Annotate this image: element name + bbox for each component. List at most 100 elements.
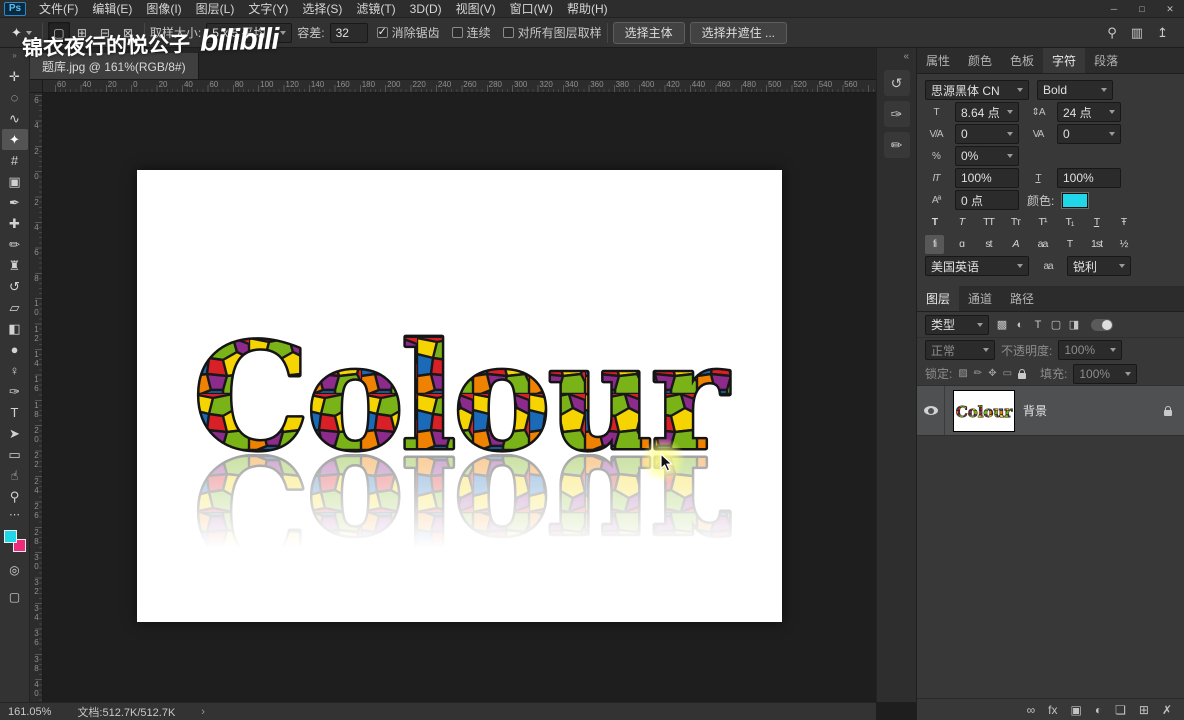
swash-button[interactable]: A xyxy=(1006,235,1025,254)
maximize-button[interactable]: □ xyxy=(1128,0,1156,17)
filter-smart-objects-icon[interactable]: ◨ xyxy=(1065,316,1083,334)
kerning-select[interactable]: 0 xyxy=(955,124,1019,144)
menu-layer[interactable]: 图层(L) xyxy=(189,0,242,18)
brush-panel-icon[interactable]: ✏ xyxy=(883,132,910,158)
ruler-origin-corner[interactable] xyxy=(30,80,43,93)
status-options-chevron[interactable]: › xyxy=(201,706,205,718)
layer-visibility-toggle[interactable] xyxy=(917,386,945,435)
layer-thumbnail[interactable]: Colour xyxy=(953,389,1015,432)
lock-all-icon[interactable] xyxy=(1018,368,1027,379)
anti-alias-checkbox[interactable]: 消除锯齿 xyxy=(376,24,440,41)
menu-file[interactable]: 文件(F) xyxy=(32,0,85,18)
faux-italic-button[interactable]: T xyxy=(952,213,971,232)
fill-select[interactable]: 100% xyxy=(1073,363,1138,384)
tab-properties[interactable]: 属性 xyxy=(917,48,959,73)
subtract-from-selection-mode-button[interactable]: ⊟ xyxy=(94,22,116,44)
layers-empty-area[interactable] xyxy=(917,436,1184,698)
lock-pixels-icon[interactable]: ✏ xyxy=(974,368,982,379)
brush-settings-panel-icon[interactable]: ✑ xyxy=(883,101,910,127)
standard-ligatures-button[interactable]: fi xyxy=(925,234,944,254)
workspace-switcher-icon[interactable]: ▥ xyxy=(1131,25,1143,41)
contextual-alternates-button[interactable]: ɑ xyxy=(952,235,971,254)
menu-edit[interactable]: 编辑(E) xyxy=(85,0,139,18)
sample-size-select[interactable]: 5 x 5 平均 xyxy=(206,22,293,43)
anti-aliasing-select[interactable]: 锐利 xyxy=(1067,256,1131,276)
tolerance-input[interactable]: 32 xyxy=(329,22,368,43)
layer-locked-icon[interactable] xyxy=(1164,405,1172,416)
select-subject-button[interactable]: 选择主体 xyxy=(612,21,685,44)
move-tool[interactable]: ✛ xyxy=(2,66,28,87)
filter-shape-layers-icon[interactable]: ▢ xyxy=(1047,316,1065,334)
lasso-tool[interactable]: ∿ xyxy=(2,108,28,129)
marquee-tool[interactable]: ◌ xyxy=(2,87,28,108)
blur-tool[interactable]: ● xyxy=(2,339,28,360)
magic-wand-tool[interactable]: ✦ xyxy=(1,129,28,150)
dodge-tool[interactable]: ♀ xyxy=(2,360,28,381)
tab-layers[interactable]: 图层 xyxy=(917,286,960,311)
path-selection-tool[interactable]: ➤ xyxy=(2,423,28,444)
underline-button[interactable]: T xyxy=(1087,213,1106,232)
brush-tool[interactable]: ✏ xyxy=(2,234,28,255)
history-panel-icon[interactable]: ↺ xyxy=(883,70,910,96)
horizontal-scale-input[interactable]: 100% xyxy=(1057,168,1121,188)
menu-type[interactable]: 文字(Y) xyxy=(241,0,295,18)
baseline-shift-input[interactable]: 0 点 xyxy=(955,190,1019,210)
all-caps-button[interactable]: TT xyxy=(979,213,998,232)
menu-window[interactable]: 窗口(W) xyxy=(503,0,560,18)
eraser-tool[interactable]: ▱ xyxy=(2,297,28,318)
eyedropper-tool[interactable]: ✒ xyxy=(2,192,28,213)
subscript-button[interactable]: T₁ xyxy=(1060,213,1079,232)
menu-3d[interactable]: 3D(D) xyxy=(403,0,449,18)
vertical-scale-input[interactable]: 100% xyxy=(955,168,1019,188)
screen-mode-button[interactable]: ▢ xyxy=(2,586,28,607)
pen-tool[interactable]: ✑ xyxy=(2,381,28,402)
filter-adjustment-layers-icon[interactable]: ◐ xyxy=(1011,316,1029,334)
tool-preset-picker[interactable]: ✦ xyxy=(6,23,37,43)
edit-toolbar-button[interactable]: ⋯ xyxy=(9,509,20,522)
tab-character[interactable]: 字符 xyxy=(1043,48,1086,73)
quick-mask-button[interactable]: ◎ xyxy=(2,559,28,580)
toolbar-collapse-button[interactable]: » xyxy=(12,50,16,62)
minimize-button[interactable]: ─ xyxy=(1100,0,1128,17)
share-image-icon[interactable]: ↥ xyxy=(1157,25,1168,41)
small-caps-button[interactable]: Tᴛ xyxy=(1006,213,1025,232)
menu-image[interactable]: 图像(I) xyxy=(139,0,188,18)
tab-swatches[interactable]: 色板 xyxy=(1001,48,1043,73)
photoshop-logo[interactable]: Ps xyxy=(4,1,26,16)
zoom-tool[interactable]: ⚲ xyxy=(2,486,28,507)
new-adjustment-layer-button[interactable]: ◐ xyxy=(1095,703,1102,717)
layer-filter-toggle[interactable] xyxy=(1091,318,1113,331)
tab-paragraph[interactable]: 段落 xyxy=(1085,48,1127,73)
faux-bold-button[interactable]: T xyxy=(925,213,944,232)
expand-panels-button[interactable]: « xyxy=(877,48,916,65)
document-tab[interactable]: 题库.jpg @ 161%(RGB/8#) xyxy=(30,53,199,79)
hand-tool[interactable]: ☝ xyxy=(2,465,28,486)
add-layer-mask-button[interactable]: ▣ xyxy=(1071,703,1082,717)
filter-type-layers-icon[interactable]: T xyxy=(1029,316,1047,334)
rectangle-tool[interactable]: ▭ xyxy=(2,444,28,465)
titling-alternates-button[interactable]: T xyxy=(1060,235,1079,254)
link-layers-button[interactable]: ∞ xyxy=(1027,703,1036,717)
font-size-select[interactable]: 8.64 点 xyxy=(955,102,1019,122)
type-tool[interactable]: T xyxy=(2,402,28,423)
search-icon[interactable]: ⚲ xyxy=(1107,25,1117,41)
select-and-mask-button[interactable]: 选择并遮住 ... xyxy=(689,21,787,44)
clone-stamp-tool[interactable]: ♜ xyxy=(2,255,28,276)
document-canvas[interactable]: Colour Colour xyxy=(137,170,782,622)
tab-color[interactable]: 颜色 xyxy=(959,48,1001,73)
text-color-swatch[interactable] xyxy=(1061,191,1090,209)
horizontal-ruler[interactable]: 60 40 20 0 20 40 60 80 100 120 140 160 180 200 220 240 2… xyxy=(43,80,876,93)
layer-row-background[interactable]: Colour 背景 xyxy=(917,386,1184,436)
close-button[interactable]: ✕ xyxy=(1156,0,1184,17)
lock-transparency-icon[interactable]: ▨ xyxy=(958,368,967,379)
menu-filter[interactable]: 滤镜(T) xyxy=(349,0,402,18)
contiguous-checkbox[interactable]: 连续 xyxy=(451,24,491,41)
discretionary-ligatures-button[interactable]: st xyxy=(979,235,998,254)
proportional-spacing-select[interactable]: 0% xyxy=(955,146,1019,166)
foreground-color-swatch[interactable] xyxy=(3,530,17,543)
sample-all-layers-checkbox[interactable]: 对所有图层取样 xyxy=(502,24,602,41)
fractions-button[interactable]: ½ xyxy=(1114,235,1133,254)
leading-select[interactable]: 24 点 xyxy=(1057,102,1121,122)
zoom-level-field[interactable]: 161.05% xyxy=(8,706,51,718)
canvas-area[interactable]: Colour Colour xyxy=(43,93,876,702)
